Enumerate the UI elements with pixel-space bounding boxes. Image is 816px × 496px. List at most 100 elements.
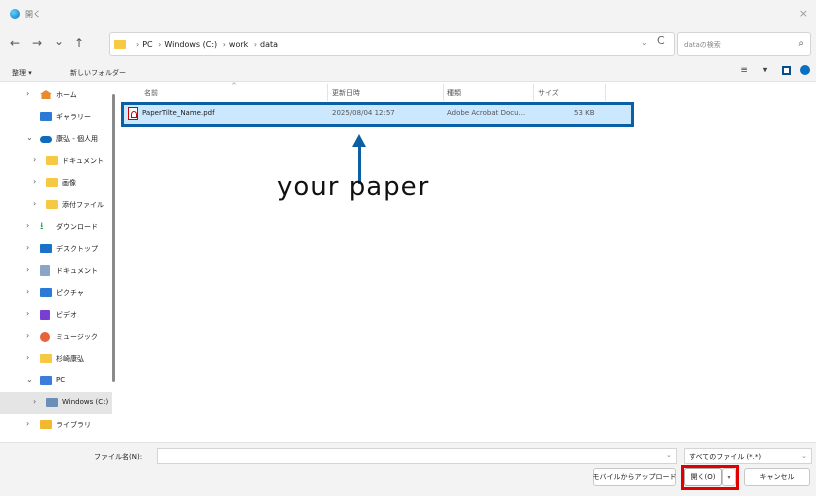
search-icon[interactable]: ⌕ (798, 38, 804, 49)
dialog-footer: ファイル名(N): ⌄ すべてのファイル (*.*) ⌄ モバイルからアップロー… (0, 442, 816, 496)
breadcrumb-separator: › (253, 40, 258, 49)
sidebar-item-label: 杉崎康弘 (56, 355, 84, 363)
breadcrumb-windows-c[interactable]: Windows (C:) (164, 40, 217, 49)
breadcrumb-data[interactable]: data (260, 40, 278, 49)
back-arrow-icon[interactable]: ← (10, 36, 20, 50)
sidebar-item-windows-c[interactable]: › Windows (C:) (0, 392, 112, 414)
up-arrow-icon[interactable]: ↑ (74, 36, 84, 50)
sidebar-item-home[interactable]: › ホーム (0, 84, 112, 106)
refresh-icon[interactable]: C (657, 34, 665, 47)
column-header-size[interactable]: サイズ (538, 88, 559, 98)
music-icon (40, 332, 50, 342)
sidebar-item-onedrive-pictures[interactable]: › 画像 (0, 172, 112, 194)
expand-chevron-icon[interactable]: › (26, 265, 29, 274)
sidebar-item-downloads[interactable]: › ⭳ ダウンロード (0, 216, 112, 238)
sidebar-scrollbar[interactable] (112, 94, 115, 382)
collapse-chevron-icon[interactable]: ⌄ (26, 375, 33, 384)
sidebar-item-label: ビデオ (56, 311, 77, 319)
view-menu-icon[interactable]: ≡ ▾ (740, 66, 773, 76)
view-options: ≡ ▾ (740, 65, 810, 76)
sidebar-item-videos[interactable]: › ビデオ (0, 304, 112, 326)
sidebar-item-label: PC (56, 376, 66, 384)
expand-chevron-icon[interactable]: › (26, 243, 29, 252)
search-placeholder: dataの検索 (684, 41, 721, 49)
breadcrumb-separator: › (158, 40, 162, 49)
folder-icon (46, 156, 58, 165)
breadcrumb-work[interactable]: work (229, 40, 248, 49)
column-divider[interactable] (443, 84, 444, 101)
expand-chevron-icon[interactable]: › (26, 331, 29, 340)
column-header-modified[interactable]: 更新日時 (332, 88, 360, 98)
column-divider[interactable] (327, 84, 328, 101)
sidebar-item-pc[interactable]: ⌄ PC (0, 370, 112, 392)
sidebar-item-documents[interactable]: › ドキュメント (0, 260, 112, 282)
sidebar-item-label: ダウンロード (56, 223, 98, 231)
help-icon[interactable] (800, 65, 810, 75)
cancel-button[interactable]: キャンセル (744, 468, 810, 486)
folder-icon (114, 40, 126, 49)
column-header-type[interactable]: 種類 (447, 88, 461, 98)
sidebar-item-label: ミュージック (56, 333, 98, 341)
address-dropdown-icon[interactable]: ⌄ (641, 38, 648, 47)
sidebar-item-onedrive[interactable]: ⌄ 康弘 - 個人用 (0, 128, 112, 150)
close-icon[interactable]: × (799, 7, 808, 20)
folder-icon (46, 178, 58, 187)
column-header-name[interactable]: 名前 (144, 88, 158, 98)
forward-arrow-icon[interactable]: → (32, 36, 42, 50)
sidebar-item-label: デスクトップ (56, 245, 98, 253)
new-folder-button[interactable]: 新しいフォルダー (70, 68, 126, 78)
recent-locations-chevron-icon[interactable]: ⌄ (54, 34, 64, 48)
sidebar-item-gallery[interactable]: ギャラリー (0, 106, 112, 128)
sidebar-item-attachments[interactable]: › 添付ファイル (0, 194, 112, 216)
collapse-chevron-icon[interactable]: ⌄ (26, 133, 33, 142)
expand-chevron-icon[interactable]: › (26, 89, 29, 98)
address-bar[interactable]: › PC › Windows (C:) › work › data (109, 32, 675, 56)
organize-menu[interactable]: 整理 ▾ (12, 68, 32, 78)
filename-input[interactable] (157, 448, 677, 464)
library-icon (40, 420, 52, 429)
upload-from-mobile-button[interactable]: モバイルからアップロード (593, 468, 677, 486)
expand-chevron-icon[interactable]: › (33, 155, 36, 164)
breadcrumb-pc[interactable]: PC (142, 40, 152, 49)
expand-chevron-icon[interactable]: › (33, 177, 36, 186)
expand-chevron-icon[interactable]: › (26, 309, 29, 318)
file-list: ^ 名前 更新日時 種類 サイズ PaperTilte_Name.pdf 202… (117, 82, 816, 442)
desktop-icon (40, 244, 52, 253)
folder-icon (46, 200, 58, 209)
onedrive-icon (40, 136, 52, 143)
pictures-icon (40, 288, 52, 297)
drive-icon (46, 398, 58, 407)
expand-chevron-icon[interactable]: › (33, 397, 36, 406)
annotation-label: your paper (277, 172, 430, 202)
breadcrumb: › PC › Windows (C:) › work › data (133, 40, 278, 49)
column-divider[interactable] (533, 84, 534, 101)
navigation-bar: ← → ⌄ ↑ › PC › Windows (C:) › work › data ⌄ … (0, 26, 816, 62)
sidebar-item-pictures[interactable]: › ピクチャ (0, 282, 112, 304)
file-type-filter-label: すべてのファイル (*.*) (689, 453, 762, 461)
expand-chevron-icon[interactable]: › (26, 221, 29, 230)
command-bar: 整理 ▾ 新しいフォルダー ≡ ▾ (0, 62, 816, 82)
edge-app-icon (10, 9, 20, 19)
preview-pane-icon[interactable] (782, 65, 792, 75)
sidebar-item-libraries[interactable]: › ライブラリ (0, 414, 112, 436)
pc-icon (40, 376, 52, 385)
sidebar-item-label: ホーム (56, 91, 77, 99)
sidebar-item-onedrive-documents[interactable]: › ドキュメント (0, 150, 112, 172)
expand-chevron-icon[interactable]: › (26, 353, 29, 362)
expand-chevron-icon[interactable]: › (26, 419, 29, 428)
filename-dropdown-icon[interactable]: ⌄ (666, 451, 672, 459)
home-icon (40, 90, 52, 99)
sidebar-item-user-folder[interactable]: › 杉崎康弘 (0, 348, 112, 370)
search-input[interactable]: dataの検索 ⌕ (677, 32, 811, 56)
sidebar-item-label: ライブラリ (56, 421, 91, 429)
breadcrumb-separator: › (222, 40, 226, 49)
sidebar-item-music[interactable]: › ミュージック (0, 326, 112, 348)
expand-chevron-icon[interactable]: › (26, 287, 29, 296)
window-title: 開く (25, 10, 41, 19)
download-icon: ⭳ (40, 221, 44, 232)
column-divider[interactable] (605, 84, 606, 101)
sidebar-item-desktop[interactable]: › デスクトップ (0, 238, 112, 260)
sidebar-item-label: ドキュメント (62, 157, 104, 165)
file-type-filter[interactable]: すべてのファイル (*.*) ⌄ (684, 448, 812, 464)
expand-chevron-icon[interactable]: › (33, 199, 36, 208)
